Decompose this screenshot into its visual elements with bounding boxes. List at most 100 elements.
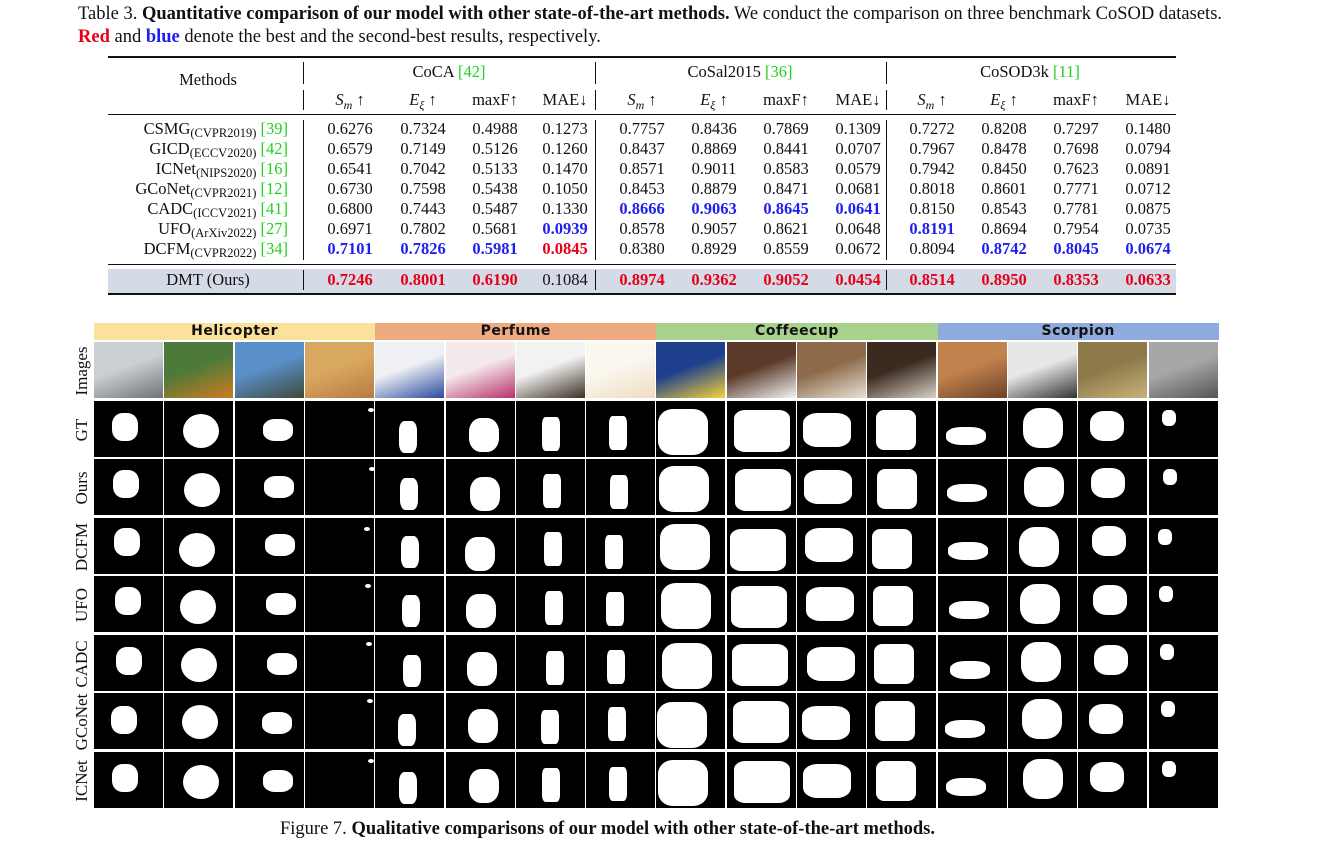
method-ref: [12] xyxy=(256,179,289,198)
saliency-mask xyxy=(867,751,937,808)
metric-value: 0.8869 xyxy=(691,139,737,158)
saliency-mask xyxy=(445,517,515,574)
mask-region xyxy=(467,709,498,743)
saliency-mask xyxy=(304,751,374,808)
metric-value: 0.8559 xyxy=(763,239,809,258)
saliency-mask xyxy=(867,400,937,457)
metric-value: 0.5681 xyxy=(472,219,518,238)
mask-region xyxy=(802,706,850,740)
saliency-mask xyxy=(937,517,1007,574)
mask-region xyxy=(184,473,221,507)
mask-region xyxy=(111,706,137,734)
metric-header: MAE↓ xyxy=(542,90,588,109)
metric-value: 0.8045 xyxy=(1053,239,1099,258)
metric-value: 0.9011 xyxy=(691,159,737,178)
mask-region xyxy=(545,650,564,685)
method-venue: (CVPR2021) xyxy=(190,186,257,200)
mask-region xyxy=(179,532,216,567)
metric-value: 0.0579 xyxy=(835,159,881,178)
metric-header: MAE↓ xyxy=(835,90,881,109)
metric-value: 0.8571 xyxy=(619,159,665,178)
metric-value: 0.7869 xyxy=(763,119,809,138)
saliency-mask xyxy=(515,576,585,632)
saliency-mask xyxy=(726,459,796,515)
mask-region xyxy=(363,526,370,531)
saliency-mask xyxy=(164,517,234,574)
saliency-mask xyxy=(164,459,234,515)
mask-region xyxy=(1020,641,1061,682)
mask-region xyxy=(368,467,374,471)
saliency-mask xyxy=(94,634,163,691)
metric-value: 0.0707 xyxy=(835,139,881,158)
mask-region xyxy=(542,474,561,508)
metric-value: 0.8950 xyxy=(981,270,1027,289)
method-ref: [39] xyxy=(256,119,289,138)
metric-header: Sm ↑ xyxy=(335,90,365,112)
metric-value: 0.0633 xyxy=(1125,270,1171,289)
metric-value: 0.1330 xyxy=(542,199,588,218)
saliency-mask xyxy=(726,517,796,574)
metric-value: 0.8694 xyxy=(981,219,1027,238)
mask-region xyxy=(1158,586,1173,602)
saliency-mask xyxy=(797,459,866,515)
method-name: GICD(ECCV2020) [42] xyxy=(108,139,288,160)
method-ref: [42] xyxy=(256,139,289,158)
input-image xyxy=(586,342,656,398)
saliency-mask xyxy=(234,459,304,515)
saliency-mask xyxy=(726,576,796,632)
saliency-mask xyxy=(797,693,866,749)
saliency-mask xyxy=(867,634,937,691)
method-name-ours: DMT (Ours) xyxy=(166,270,250,289)
saliency-mask xyxy=(797,634,866,691)
metric-value: 0.7324 xyxy=(400,119,446,138)
table-caption-text: We conduct the comparison on three bench… xyxy=(733,4,1223,24)
metric-header: Eξ ↑ xyxy=(700,90,728,112)
table-bottom-rule xyxy=(108,293,1176,295)
input-image xyxy=(515,342,585,398)
mask-region xyxy=(1022,758,1063,799)
saliency-mask xyxy=(937,634,1007,691)
metric-value: 0.6541 xyxy=(327,159,373,178)
metric-value: 0.8514 xyxy=(909,270,955,289)
saliency-mask xyxy=(94,576,163,632)
saliency-mask xyxy=(1148,517,1218,574)
metric-value: 0.7771 xyxy=(1053,179,1099,198)
method-venue: (CVPR2019) xyxy=(190,126,257,140)
metric-value: 0.0681 xyxy=(835,179,881,198)
saliency-mask xyxy=(375,634,445,691)
mask-region xyxy=(608,707,627,741)
metric-value: 0.8974 xyxy=(619,270,665,289)
metric-value: 0.1309 xyxy=(835,119,881,138)
metric-value: 0.8150 xyxy=(909,199,955,218)
metric-header: maxF↑ xyxy=(472,90,518,109)
method-name: CSMG(CVPR2019) [39] xyxy=(108,119,288,140)
mask-region xyxy=(262,418,293,441)
metric-value: 0.8380 xyxy=(619,239,665,258)
table-caption-title: Quantitative comparison of our model wit… xyxy=(141,4,730,24)
mask-region xyxy=(730,586,787,628)
saliency-mask xyxy=(94,751,163,808)
mask-region xyxy=(732,701,789,743)
metric-value: 0.8645 xyxy=(763,199,809,218)
mask-region xyxy=(466,651,497,686)
saliency-mask xyxy=(726,751,796,808)
mask-region xyxy=(402,595,421,627)
mask-region xyxy=(464,536,495,571)
metric-value: 0.5487 xyxy=(472,199,518,218)
input-image xyxy=(867,342,937,398)
saliency-mask xyxy=(304,517,374,574)
category-header: Scorpion xyxy=(937,323,1219,340)
mask-region xyxy=(876,409,917,450)
mask-region xyxy=(804,470,852,504)
input-image xyxy=(656,342,726,398)
category-header: Coffeecup xyxy=(656,323,938,340)
saliency-mask xyxy=(1148,459,1218,515)
saliency-mask xyxy=(445,400,515,457)
mask-region xyxy=(365,641,372,646)
saliency-mask xyxy=(375,400,445,457)
saliency-mask xyxy=(1007,693,1077,749)
table-top-rule xyxy=(108,56,1176,58)
saliency-mask xyxy=(1007,751,1077,808)
mask-region xyxy=(1019,584,1060,624)
metric-value: 0.8001 xyxy=(400,270,446,289)
